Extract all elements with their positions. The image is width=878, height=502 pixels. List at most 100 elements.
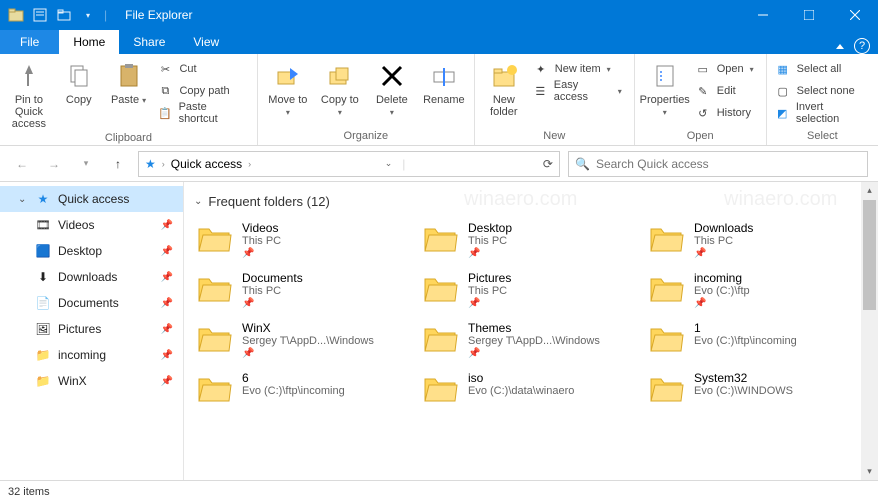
title-bar: ▾ | File Explorer [0,0,878,30]
ribbon-tabs: File Home Share View ? [0,30,878,54]
cut-button[interactable]: ✂Cut [155,58,250,80]
window-title: File Explorer [115,8,192,22]
scroll-up-icon[interactable]: ▴ [861,182,878,199]
pin-icon: 📌 [161,350,173,361]
folder-item[interactable]: Videos This PC 📌 [194,219,412,265]
refresh-button[interactable]: ⟳ [543,157,553,171]
history-icon: ↺ [695,105,711,121]
nav-item-incoming[interactable]: 📁incoming📌 [0,342,183,368]
select-all-button[interactable]: ▦Select all [773,58,872,80]
help-icon[interactable]: ? [854,38,870,54]
nav-item-pictures[interactable]: 🖼Pictures📌 [0,316,183,342]
folder-icon [648,321,684,357]
folder-item[interactable]: Pictures This PC 📌 [420,269,638,315]
easy-access-button[interactable]: ☰Easy access ▾ [531,80,628,102]
properties-button[interactable]: Properties▾ [641,58,689,119]
pin-icon: 📌 [161,376,173,387]
folder-item[interactable]: Desktop This PC 📌 [420,219,638,265]
collapse-ribbon-icon[interactable] [836,44,844,49]
select-none-button[interactable]: ▢Select none [773,80,872,102]
qat-properties-icon[interactable] [32,7,48,23]
folder-icon [422,271,458,307]
forward-button[interactable]: → [42,152,66,176]
pin-icon: 📌 [161,272,173,283]
folder-icon [422,371,458,407]
copy-button[interactable]: Copy [56,58,102,118]
tab-home[interactable]: Home [59,30,119,54]
breadcrumb[interactable]: ★ › Quick access › ⌄ | ⟳ [138,151,560,177]
minimize-button[interactable] [740,0,786,30]
close-button[interactable] [832,0,878,30]
new-item-button[interactable]: ✦New item ▾ [531,58,628,80]
easy-access-icon: ☰ [533,83,548,99]
breadcrumb-root[interactable]: Quick access [171,157,242,171]
pin-icon: 📌 [242,248,281,259]
open-icon: ▭ [695,61,711,77]
paste-shortcut-button[interactable]: 📋Paste shortcut [155,102,250,124]
copy-to-button[interactable]: Copy to ▾ [316,58,364,119]
nav-item-documents[interactable]: 📄Documents📌 [0,290,183,316]
open-button[interactable]: ▭Open ▾ [693,58,760,80]
invert-selection-button[interactable]: ◩Invert selection [773,102,872,124]
recent-locations-button[interactable]: ▾ [74,152,98,176]
folder-name: Videos [242,221,281,235]
paste-button[interactable]: Paste ▾ [106,58,152,118]
scroll-down-icon[interactable]: ▾ [861,463,878,480]
pin-icon: 📌 [161,220,173,231]
select-none-icon: ▢ [775,83,791,99]
nav-item-downloads[interactable]: ⬇Downloads📌 [0,264,183,290]
app-icon [8,7,24,23]
tab-view[interactable]: View [179,30,233,54]
edit-button[interactable]: ✎Edit [693,80,760,102]
folder-name: Themes [468,321,600,335]
nav-quick-access[interactable]: ⌄ ★ Quick access [0,186,183,212]
folder-location: Sergey T\AppD...\Windows [242,335,374,347]
folder-icon: 📁 [34,372,52,390]
folder-item[interactable]: WinX Sergey T\AppD...\Windows 📌 [194,319,412,365]
search-box[interactable]: 🔍 [568,151,868,177]
pin-icon: 📌 [694,298,750,309]
address-dropdown-icon[interactable]: ⌄ [385,158,393,169]
folder-item[interactable]: incoming Evo (C:)\ftp 📌 [646,269,864,315]
search-input[interactable] [596,157,861,171]
edit-icon: ✎ [695,83,711,99]
folder-name: 6 [242,371,345,385]
pin-to-quick-access-button[interactable]: Pin to Quick access [6,58,52,130]
copy-path-button[interactable]: ⧉Copy path [155,80,250,102]
tab-file[interactable]: File [0,30,59,54]
new-folder-button[interactable]: New folder [481,58,527,118]
folder-item[interactable]: 6 Evo (C:)\ftp\incoming [194,369,412,415]
folder-item[interactable]: System32 Evo (C:)\WINDOWS [646,369,864,415]
nav-item-desktop[interactable]: 🟦Desktop📌 [0,238,183,264]
tab-share[interactable]: Share [119,30,179,54]
history-button[interactable]: ↺History [693,102,760,124]
folder-location: Evo (C:)\WINDOWS [694,385,793,397]
folder-item[interactable]: Themes Sergey T\AppD...\Windows 📌 [420,319,638,365]
folder-icon: 🟦 [34,242,52,260]
group-header-frequent[interactable]: ⌄ Frequent folders (12) [194,194,864,209]
scrollbar-thumb[interactable] [863,200,876,310]
pin-icon: 📌 [161,298,173,309]
folder-name: 1 [694,321,797,335]
delete-button[interactable]: Delete▾ [368,58,416,119]
folder-item[interactable]: iso Evo (C:)\data\winaero [420,369,638,415]
up-button[interactable]: ↑ [106,152,130,176]
vertical-scrollbar[interactable]: ▴ ▾ [861,182,878,480]
qat-dropdown-icon[interactable]: ▾ [80,7,96,23]
move-to-button[interactable]: Move to ▾ [264,58,312,119]
nav-item-winx[interactable]: 📁WinX📌 [0,368,183,394]
qat-newfolder-icon[interactable] [56,7,72,23]
folder-item[interactable]: Documents This PC 📌 [194,269,412,315]
pin-icon: 📌 [161,324,173,335]
folder-item[interactable]: 1 Evo (C:)\ftp\incoming [646,319,864,365]
rename-button[interactable]: Rename [420,58,468,118]
nav-item-videos[interactable]: 🎞Videos📌 [0,212,183,238]
folder-name: Documents [242,271,303,285]
folder-icon [422,221,458,257]
back-button[interactable]: ← [10,152,34,176]
cut-icon: ✂ [157,61,173,77]
folder-location: Evo (C:)\ftp [694,285,750,297]
folder-item[interactable]: Downloads This PC 📌 [646,219,864,265]
folder-name: Pictures [468,271,511,285]
maximize-button[interactable] [786,0,832,30]
